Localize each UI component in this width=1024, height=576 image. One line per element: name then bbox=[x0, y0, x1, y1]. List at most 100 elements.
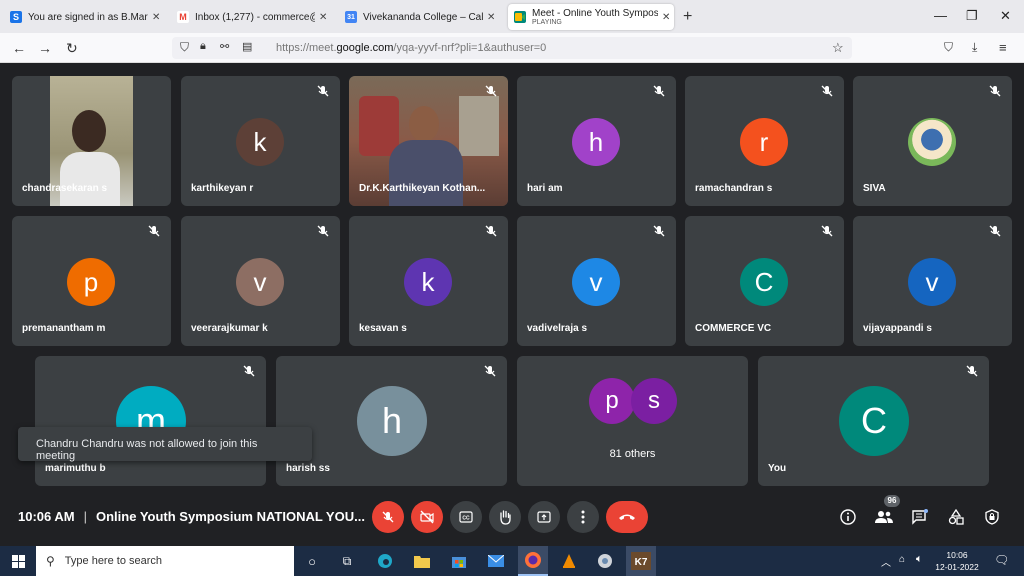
participant-tile[interactable]: v vijayappandi s bbox=[853, 216, 1012, 346]
participant-tile[interactable]: C COMMERCE VC bbox=[685, 216, 844, 346]
participant-name: harish ss bbox=[286, 463, 330, 474]
avatar: p bbox=[589, 378, 635, 424]
taskbar-search-box[interactable]: ⚲ Type here to search bbox=[36, 546, 294, 576]
volume-icon[interactable]: 🔈︎ bbox=[916, 553, 923, 566]
profile-picture bbox=[908, 118, 956, 166]
tab-signed-in[interactable]: S You are signed in as B.Marimuth ✕ bbox=[4, 4, 166, 30]
vlc-icon[interactable] bbox=[558, 550, 580, 572]
notification-toast: Chandru Chandru was not allowed to join … bbox=[18, 427, 312, 462]
participant-name: hari am bbox=[527, 183, 563, 194]
reader-icon[interactable]: ▤ bbox=[242, 40, 252, 53]
mic-off-icon bbox=[484, 84, 498, 98]
new-tab-button[interactable]: + bbox=[683, 8, 692, 26]
windows-taskbar: ⚲ Type here to search ○ ⧉ K7 ︿ ⌂ 🔈︎ 10:0… bbox=[0, 546, 1024, 576]
tab-title: Meet - Online Youth Symposiun bbox=[532, 8, 658, 19]
chevron-up-icon[interactable]: ︿ bbox=[881, 554, 891, 569]
store-icon[interactable] bbox=[448, 550, 470, 572]
camera-off-icon bbox=[420, 510, 434, 524]
meeting-details-button[interactable] bbox=[836, 505, 860, 529]
app-icon[interactable] bbox=[594, 550, 616, 572]
shield-icon[interactable]: ⛉ bbox=[180, 40, 189, 55]
host-controls-icon bbox=[985, 509, 999, 525]
browser-tab-bar: S You are signed in as B.Marimuth ✕ M In… bbox=[0, 0, 1024, 33]
hand-icon bbox=[498, 509, 512, 525]
close-tab-icon[interactable]: ✕ bbox=[487, 12, 495, 23]
mic-off-icon bbox=[820, 224, 834, 238]
gmail-icon: M bbox=[177, 11, 189, 23]
task-view-icon[interactable]: ⧉ bbox=[336, 550, 358, 572]
participant-tile[interactable]: chandrasekaran s bbox=[12, 76, 171, 206]
cortana-icon[interactable]: ○ bbox=[301, 550, 323, 572]
more-options-button[interactable] bbox=[567, 501, 599, 533]
close-tab-icon[interactable]: ✕ bbox=[152, 12, 160, 23]
mic-off-icon bbox=[484, 224, 498, 238]
people-button[interactable] bbox=[872, 505, 896, 529]
k7-antivirus-icon[interactable]: K7 bbox=[626, 546, 656, 576]
tab-playing-label: PLAYING bbox=[532, 18, 562, 26]
tab-meet[interactable]: Meet - Online Youth Symposiun PLAYING ✕ bbox=[508, 4, 674, 30]
mic-off-icon bbox=[652, 84, 666, 98]
tab-inbox[interactable]: M Inbox (1,277) - commerce@vive ✕ bbox=[171, 4, 333, 30]
participant-tile[interactable]: h hari am bbox=[517, 76, 676, 206]
self-tile[interactable]: C You bbox=[758, 356, 989, 486]
host-controls-button[interactable] bbox=[980, 505, 1004, 529]
camera-toggle-button[interactable] bbox=[411, 501, 443, 533]
bookmark-star-icon[interactable]: ☆ bbox=[832, 40, 844, 56]
maximize-icon[interactable]: ❐ bbox=[966, 8, 978, 24]
mic-toggle-button[interactable] bbox=[372, 501, 404, 533]
others-tile[interactable]: p s 81 others bbox=[517, 356, 748, 486]
menu-icon[interactable]: ≡ bbox=[999, 40, 1007, 55]
participant-tile[interactable]: m marimuthu b bbox=[35, 356, 266, 486]
download-icon[interactable]: ⤓ bbox=[972, 40, 977, 55]
permissions-icon[interactable]: ⚯ bbox=[220, 40, 229, 53]
meeting-info: 10:06 AM | Online Youth Symposium NATIONAL… bbox=[18, 509, 365, 524]
back-icon[interactable]: ← bbox=[12, 40, 26, 56]
firefox-icon[interactable] bbox=[518, 546, 548, 576]
captions-button[interactable]: CC bbox=[450, 501, 482, 533]
participant-tile[interactable]: k karthikeyan r bbox=[181, 76, 340, 206]
search-placeholder: Type here to search bbox=[64, 555, 163, 567]
chat-button[interactable] bbox=[908, 505, 932, 529]
system-clock[interactable]: 10:06 12-01-2022 bbox=[930, 549, 984, 573]
avatar: C bbox=[740, 258, 788, 306]
participant-tile[interactable]: r ramachandran s bbox=[685, 76, 844, 206]
forward-icon[interactable]: → bbox=[38, 40, 52, 56]
minimize-icon[interactable]: — bbox=[934, 8, 947, 23]
present-button[interactable] bbox=[528, 501, 560, 533]
raise-hand-button[interactable] bbox=[489, 501, 521, 533]
lock-icon[interactable]: 🔒︎ bbox=[200, 40, 206, 53]
close-tab-icon[interactable]: ✕ bbox=[662, 12, 670, 23]
participant-tile[interactable]: v veerarajkumar k bbox=[181, 216, 340, 346]
start-button[interactable] bbox=[7, 550, 29, 572]
search-icon: ⚲ bbox=[46, 554, 55, 568]
network-icon[interactable]: ⌂ bbox=[899, 554, 905, 565]
close-window-icon[interactable]: ✕ bbox=[1000, 8, 1011, 24]
activities-button[interactable] bbox=[944, 505, 968, 529]
edge-icon[interactable] bbox=[374, 550, 396, 572]
participant-tile[interactable]: h harish ss bbox=[276, 356, 507, 486]
participant-tile[interactable]: p premanantham m bbox=[12, 216, 171, 346]
close-tab-icon[interactable]: ✕ bbox=[319, 12, 327, 23]
tab-favicon-icon: S bbox=[10, 11, 22, 23]
svg-text:CC: CC bbox=[462, 516, 470, 522]
leave-call-button[interactable] bbox=[606, 501, 648, 533]
tab-calendar[interactable]: 31 Vivekananda College – Calenda ✕ bbox=[339, 4, 501, 30]
reload-icon[interactable]: ↻ bbox=[66, 40, 78, 57]
mail-icon[interactable] bbox=[485, 550, 507, 572]
participant-name: Dr.K.Karthikeyan Kothan... bbox=[359, 183, 486, 194]
people-count-badge: 96 bbox=[884, 495, 900, 507]
participant-name: ramachandran s bbox=[695, 183, 773, 194]
file-explorer-icon[interactable] bbox=[411, 550, 433, 572]
participant-tile[interactable]: k kesavan s bbox=[349, 216, 508, 346]
pocket-icon[interactable]: ⛉ bbox=[944, 40, 953, 55]
meet-stage: chandrasekaran s k karthikeyan r Dr.K.Ka… bbox=[0, 63, 1024, 540]
mic-off-icon bbox=[316, 84, 330, 98]
participant-tile[interactable]: v vadivelraja s bbox=[517, 216, 676, 346]
mic-off-icon bbox=[820, 84, 834, 98]
participant-name: premanantham m bbox=[22, 323, 106, 334]
participant-tile[interactable]: SIVA bbox=[853, 76, 1012, 206]
address-bar[interactable]: ⛉ 🔒︎ ⚯ ▤ https://meet.google.com/yqa-yyv… bbox=[172, 37, 852, 59]
participant-tile[interactable]: Dr.K.Karthikeyan Kothan... bbox=[349, 76, 508, 206]
mic-off-icon bbox=[652, 224, 666, 238]
notifications-icon[interactable]: 🗨︎ bbox=[994, 553, 1009, 567]
